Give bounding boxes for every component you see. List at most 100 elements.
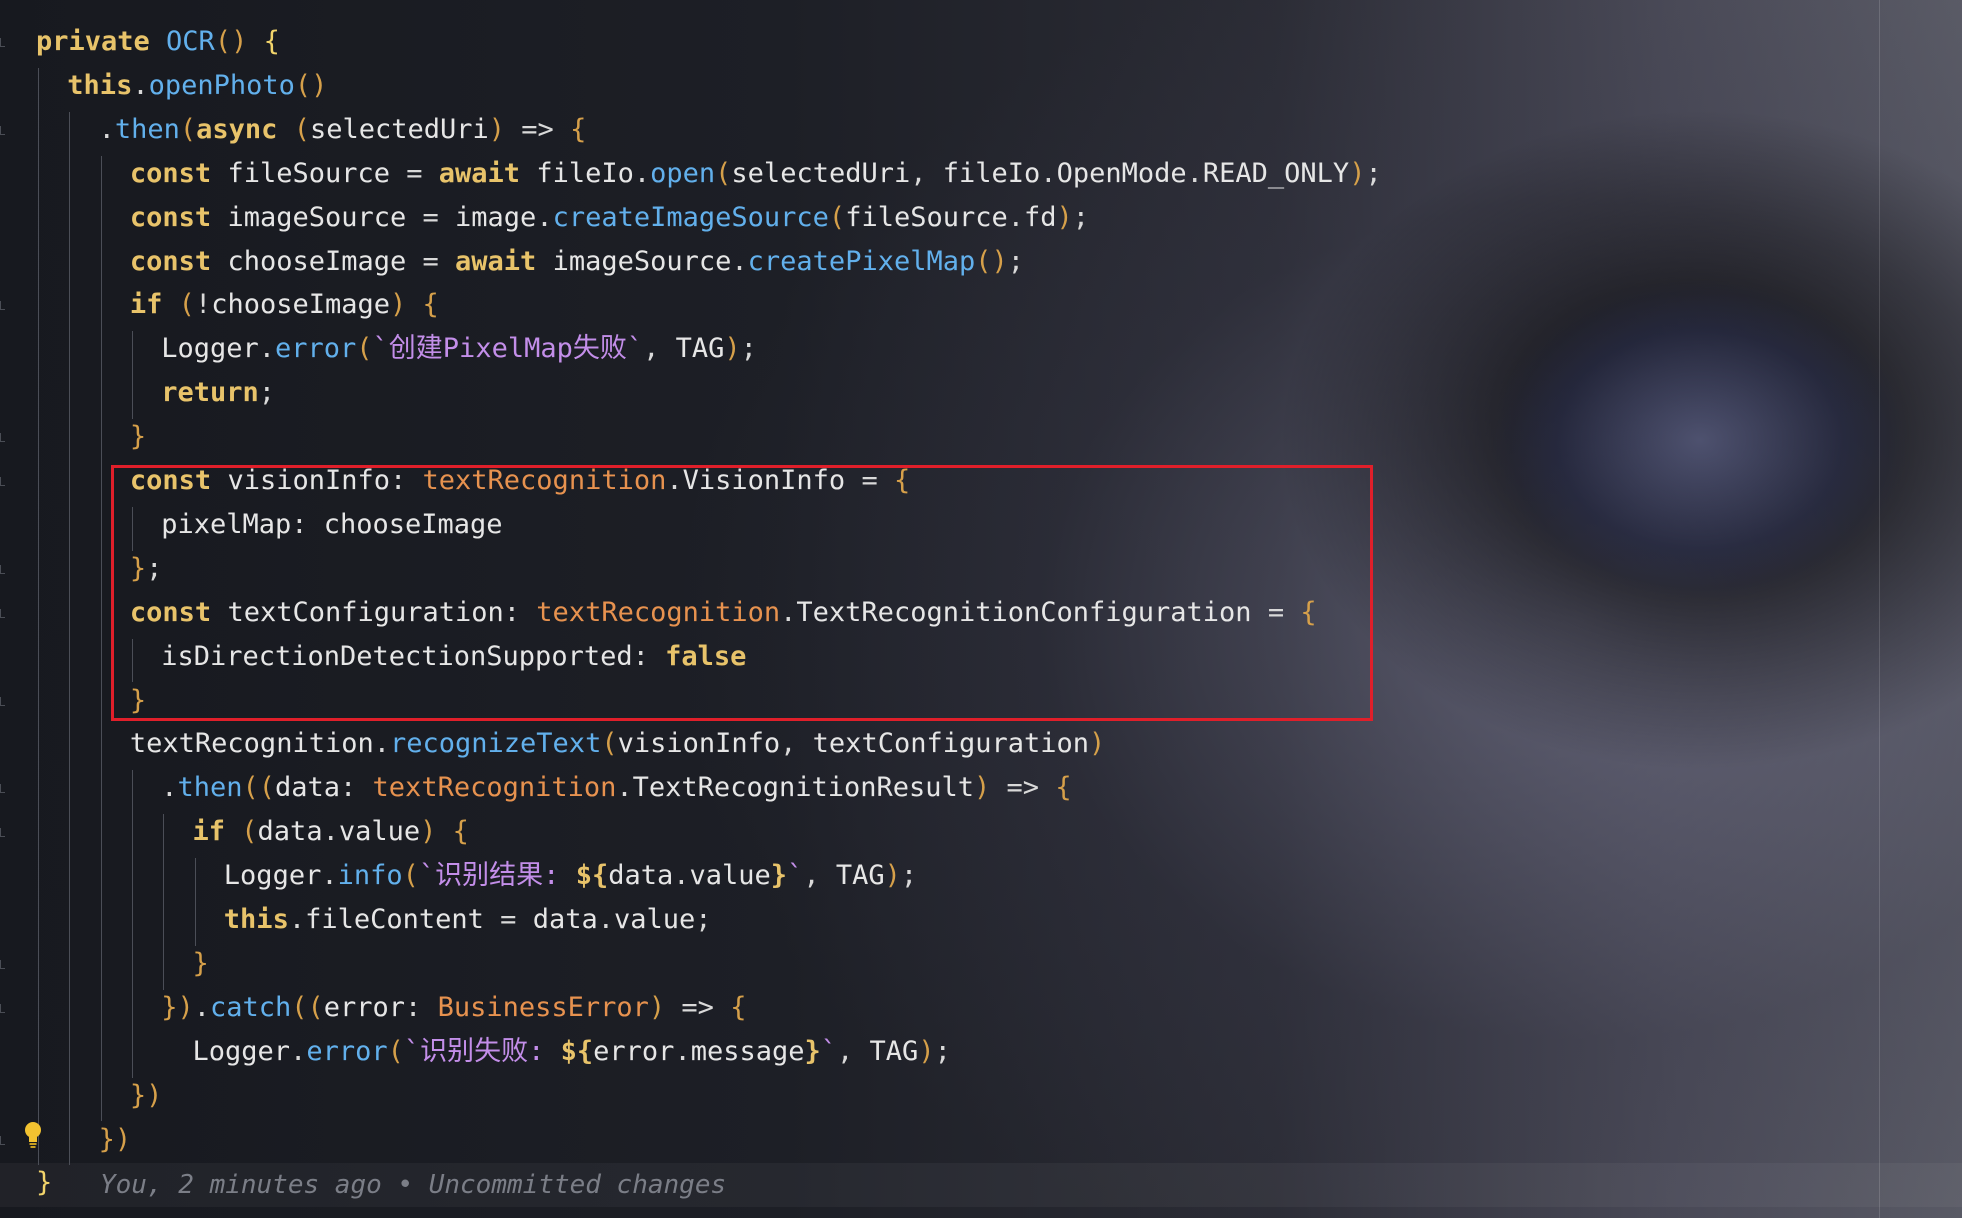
code-line[interactable]: this.openPhoto()	[67, 64, 327, 108]
code-token: =>	[681, 991, 731, 1023]
code-token: ${	[560, 1035, 594, 1067]
code-line[interactable]: textRecognition.recognizeText(visionInfo…	[130, 722, 1105, 766]
code-token: Logger	[223, 860, 322, 892]
code-line[interactable]: this.fileContent = data.value;	[224, 898, 712, 942]
fold-marker-icon[interactable]	[0, 784, 5, 794]
code-line[interactable]: })	[130, 1074, 163, 1118]
code-token: ;	[1072, 201, 1090, 233]
code-line[interactable]: const imageSource = image.createImageSou…	[130, 196, 1089, 240]
code-token: .	[161, 772, 178, 804]
code-line[interactable]: }	[36, 1161, 52, 1205]
code-token: createPixelMap	[747, 245, 976, 277]
code-line[interactable]: if (data.value) {	[193, 810, 469, 854]
code-token: value	[613, 904, 696, 935]
git-blame-annotation: You, 2 minutes ago • Uncommitted changes	[100, 1170, 727, 1200]
code-token: .	[1040, 157, 1057, 189]
code-line[interactable]: .then((data: textRecognition.TextRecogni…	[161, 766, 1071, 810]
fold-marker-icon[interactable]	[0, 608, 5, 618]
code-token: fileIo	[536, 157, 634, 189]
indent-guide	[131, 331, 133, 420]
fold-marker-icon[interactable]	[0, 433, 5, 443]
code-token: ,	[910, 157, 943, 189]
editor-gutter[interactable]	[0, 0, 10, 1218]
code-token: .	[1186, 157, 1203, 189]
code-token: chooseImage	[227, 245, 423, 277]
code-token: =>	[1006, 772, 1056, 804]
code-token: .	[132, 69, 149, 101]
fold-marker-icon[interactable]	[0, 959, 5, 969]
code-token: catch	[209, 991, 292, 1023]
code-token: textRecognition	[372, 772, 617, 804]
fold-marker-icon[interactable]	[0, 564, 5, 574]
code-token: selectedUri	[731, 157, 911, 189]
fold-marker-icon[interactable]	[0, 38, 5, 47]
code-token: (	[601, 728, 618, 760]
code-token: (	[356, 333, 373, 365]
code-token: error	[323, 991, 406, 1023]
code-token: TAG	[675, 333, 725, 365]
code-line[interactable]: const chooseImage = await imageSource.cr…	[130, 240, 1024, 284]
fold-marker-icon[interactable]	[0, 696, 5, 706]
code-token: await	[455, 245, 553, 277]
code-token: data	[275, 772, 341, 804]
code-line[interactable]: private OCR() {	[36, 20, 280, 64]
code-token: =	[406, 157, 439, 189]
code-line[interactable]: .then(async (selectedUri) => {	[99, 108, 587, 152]
code-token: )	[390, 289, 423, 321]
code-token: fileSource	[845, 201, 1008, 233]
fold-marker-icon[interactable]	[0, 828, 5, 838]
code-line[interactable]: }	[130, 415, 146, 459]
code-token: .	[290, 1035, 307, 1067]
code-token: selectedUri	[309, 113, 489, 145]
code-token: {	[730, 991, 747, 1023]
code-line[interactable]: }	[193, 942, 209, 986]
code-token: BusinessError	[437, 991, 649, 1023]
code-token: ((	[291, 991, 324, 1023]
code-token: {	[452, 816, 469, 848]
code-token: error	[593, 1035, 675, 1067]
code-token: (	[241, 816, 258, 848]
code-token: .	[616, 772, 633, 804]
code-token: )	[1349, 157, 1366, 189]
code-token: if	[129, 289, 179, 321]
code-token: .	[633, 157, 651, 189]
code-token: ,	[780, 728, 813, 760]
code-token: imageSource	[552, 245, 732, 277]
code-line[interactable]: const fileSource = await fileIo.open(sel…	[130, 152, 1382, 196]
code-token: })	[98, 1123, 132, 1155]
code-token: )	[420, 816, 453, 848]
fold-marker-icon[interactable]	[0, 301, 5, 311]
code-line[interactable]: Logger.info(`识别结果: ${data.value}`, TAG);	[224, 854, 917, 898]
code-token: (	[828, 201, 846, 233]
code-token: ;	[740, 333, 757, 365]
fold-marker-icon[interactable]	[0, 125, 5, 135]
code-line[interactable]: if (!chooseImage) {	[130, 283, 439, 327]
code-token: ;	[695, 904, 712, 935]
code-token: ((	[242, 772, 275, 804]
code-token: .	[98, 113, 115, 145]
code-token: =	[422, 245, 456, 277]
code-line[interactable]: })	[99, 1118, 132, 1162]
annotation-highlight-box	[111, 465, 1373, 721]
fold-marker-icon[interactable]	[0, 1003, 5, 1013]
code-token: (	[387, 1035, 404, 1067]
code-token: ${	[575, 860, 609, 892]
fold-marker-icon[interactable]	[0, 1135, 5, 1145]
code-token: private	[36, 26, 167, 57]
indent-guide	[38, 67, 39, 1166]
code-line[interactable]: return;	[161, 371, 275, 415]
code-token: data	[608, 860, 674, 892]
fold-marker-icon[interactable]	[0, 477, 5, 486]
code-token: !	[194, 289, 212, 321]
code-line[interactable]: Logger.error(`创建PixelMap失败`, TAG);	[161, 327, 757, 371]
lightbulb-icon[interactable]	[22, 1120, 44, 1150]
code-token: }	[192, 947, 209, 979]
code-token: openPhoto	[148, 69, 295, 101]
code-token: value	[689, 860, 771, 892]
code-token: {	[263, 26, 280, 57]
code-line[interactable]: }).catch((error: BusinessError) => {	[161, 986, 746, 1030]
code-token: )	[1056, 201, 1073, 233]
code-token: data	[257, 816, 323, 848]
code-token: =	[500, 904, 533, 935]
code-line[interactable]: Logger.error(`识别失败: ${error.message}`, T…	[193, 1030, 951, 1074]
